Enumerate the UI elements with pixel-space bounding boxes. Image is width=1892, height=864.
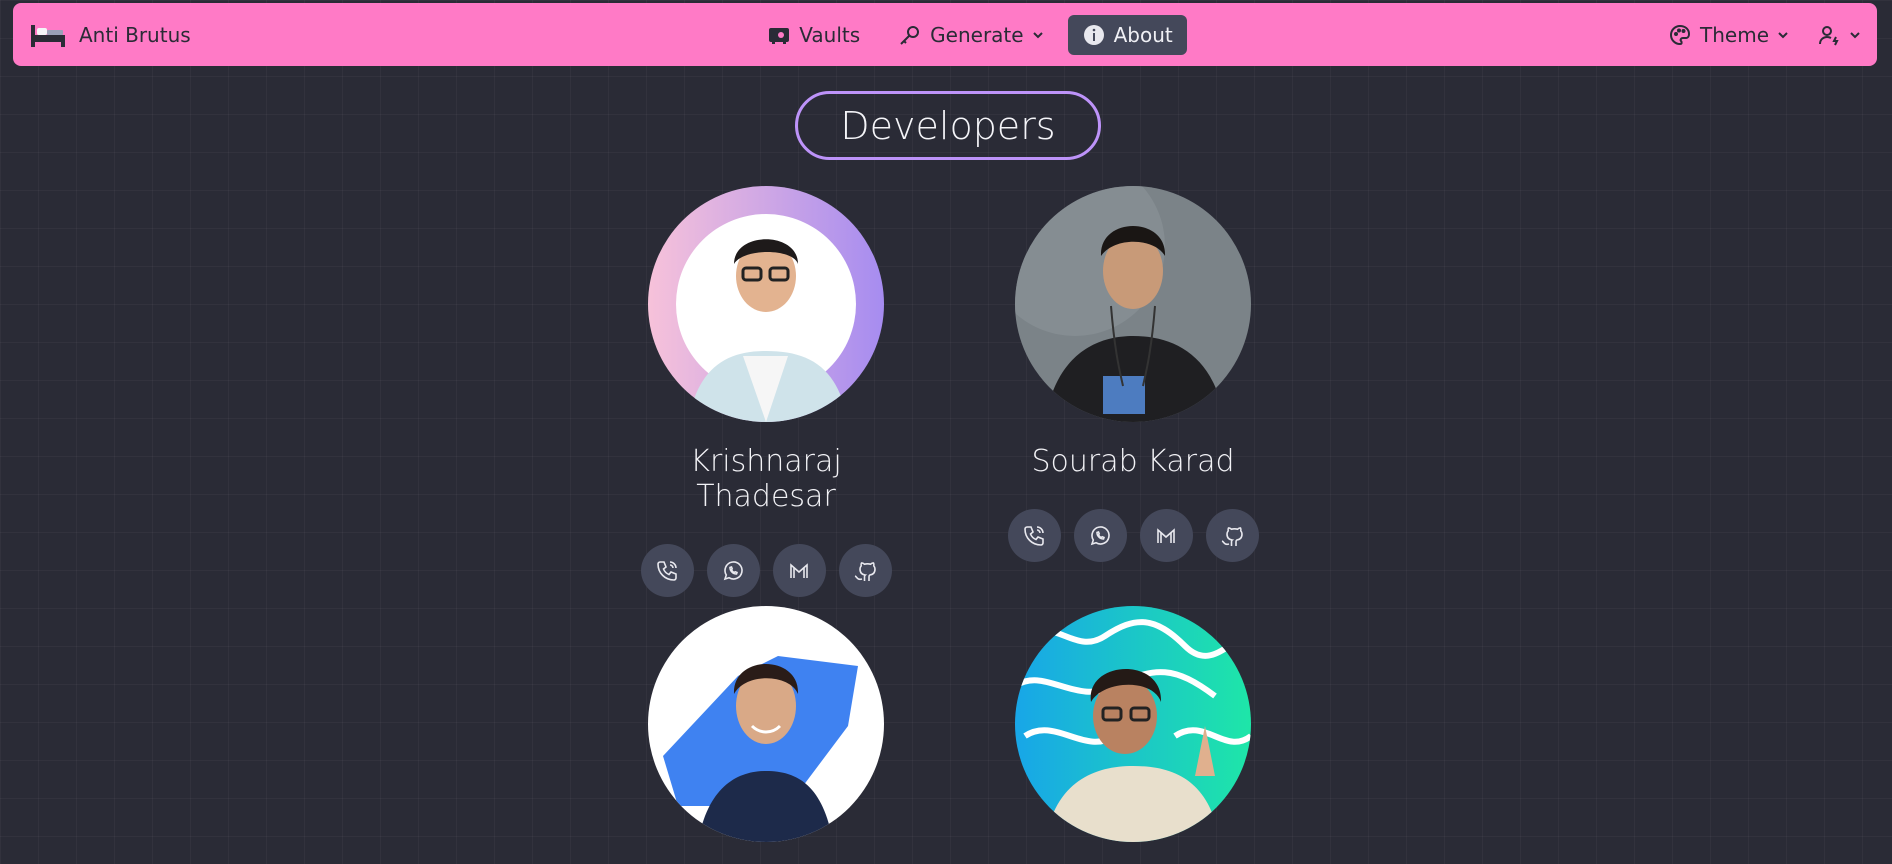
avatar — [648, 606, 884, 842]
theme-dropdown[interactable]: Theme — [1668, 15, 1789, 55]
phone-button[interactable] — [640, 544, 694, 597]
developer-name: Sourab Karad — [1031, 444, 1235, 479]
vault-icon — [769, 27, 790, 44]
github-icon — [1221, 526, 1243, 546]
whatsapp-button[interactable] — [1073, 509, 1127, 562]
bed-logo-icon — [31, 24, 65, 47]
whatsapp-button[interactable] — [706, 544, 760, 597]
brand-name: Anti Brutus — [79, 22, 191, 47]
key-icon — [900, 25, 920, 45]
avatar — [648, 186, 884, 422]
info-icon — [1083, 24, 1104, 45]
brand[interactable]: Anti Brutus — [29, 21, 191, 49]
developer-card — [983, 606, 1283, 864]
avatar — [1015, 186, 1251, 422]
avatar — [1015, 606, 1251, 842]
github-button[interactable] — [838, 544, 892, 597]
user-icon — [1819, 25, 1839, 45]
github-icon — [854, 561, 876, 581]
social-links — [616, 544, 916, 597]
nav-generate-label: Generate — [930, 22, 1024, 47]
developer-card: Sourab Karad — [983, 186, 1283, 562]
gmail-icon — [790, 562, 808, 578]
github-button[interactable] — [1205, 509, 1259, 562]
navbar: Anti Brutus Vaults Generate About Theme — [13, 3, 1877, 66]
nav-generate[interactable]: Generate — [884, 15, 1057, 55]
phone-button[interactable] — [1007, 509, 1061, 562]
phone-icon — [657, 560, 677, 581]
whatsapp-icon — [1090, 525, 1110, 545]
developer-card: Krishnaraj Thadesar — [616, 186, 916, 597]
developer-card — [616, 606, 916, 864]
developer-name: Krishnaraj Thadesar — [690, 444, 842, 514]
phone-icon — [1024, 525, 1044, 546]
chevron-down-icon — [1850, 31, 1860, 38]
nav-about-label: About — [1113, 22, 1173, 47]
whatsapp-icon — [723, 560, 743, 580]
social-links — [983, 509, 1283, 562]
nav-vaults[interactable]: Vaults — [753, 15, 874, 55]
gmail-icon — [1157, 527, 1175, 543]
chevron-down-icon — [1032, 31, 1043, 38]
nav-about[interactable]: About — [1067, 14, 1187, 55]
gmail-button[interactable] — [772, 544, 826, 597]
chevron-down-icon — [1778, 31, 1788, 38]
theme-label: Theme — [1700, 22, 1769, 47]
page-title: Developers — [795, 91, 1101, 160]
palette-icon — [1670, 24, 1691, 45]
user-menu[interactable] — [1817, 15, 1861, 55]
gmail-button[interactable] — [1139, 509, 1193, 562]
nav-vaults-label: Vaults — [799, 22, 861, 47]
